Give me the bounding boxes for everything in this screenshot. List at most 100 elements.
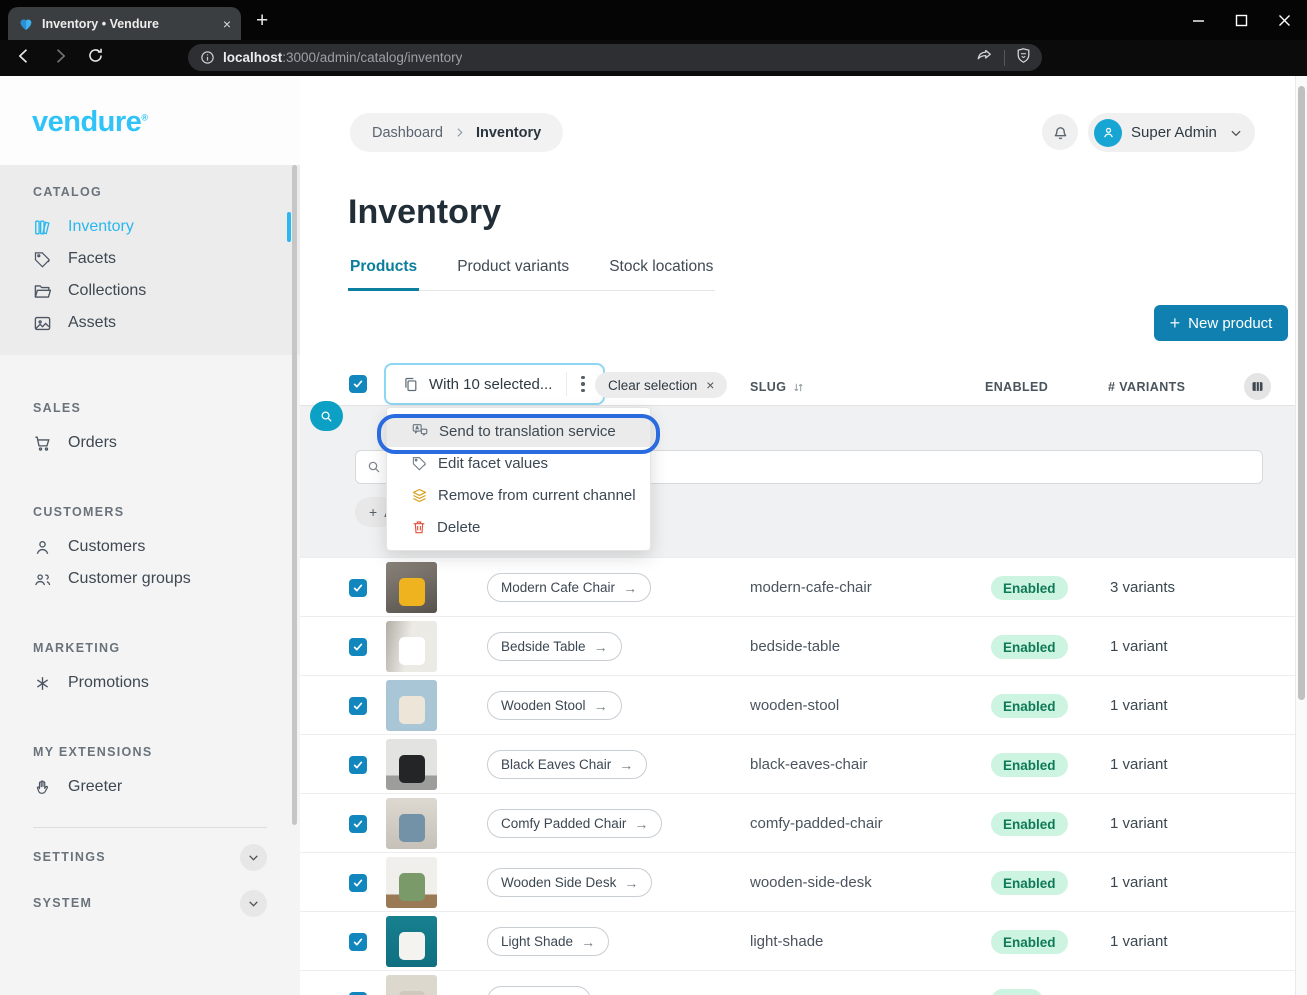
product-name-link[interactable]: Bedside Table→ (487, 632, 622, 661)
tab-product-variants[interactable]: Product variants (455, 258, 571, 290)
kebab-menu-icon[interactable] (566, 372, 593, 397)
window-maximize-button[interactable] (1235, 14, 1248, 27)
new-product-button[interactable]: + New product (1154, 305, 1288, 341)
breadcrumb-inventory: Inventory (476, 125, 541, 141)
url-bar[interactable]: localhost:3000/admin/catalog/inventory (188, 44, 1042, 71)
back-button[interactable] (14, 46, 34, 71)
row-checkbox[interactable] (349, 933, 367, 951)
vendure-logo: vendure® (32, 106, 147, 138)
product-name-link[interactable]: Modern Cafe Chair→ (487, 573, 651, 602)
sidebar-item-orders[interactable]: Orders (0, 427, 300, 459)
variant-count: 1 variant (1110, 933, 1168, 950)
logo-block: vendure® (0, 76, 300, 165)
new-tab-button[interactable]: + (256, 10, 268, 31)
row-checkbox[interactable] (349, 756, 367, 774)
product-thumbnail (386, 916, 437, 967)
column-settings-button[interactable] (1244, 373, 1271, 400)
search-toggle-button[interactable] (310, 401, 343, 431)
tag-icon (33, 250, 52, 269)
sidebar-item-promotions[interactable]: Promotions (0, 667, 300, 699)
sidebar-item-label: Orders (68, 434, 117, 452)
product-slug: bedside-table (750, 638, 840, 655)
row-checkbox[interactable] (349, 815, 367, 833)
tab-bar: Products Product variants Stock location… (348, 258, 715, 291)
column-header-slug[interactable]: SLUG (750, 380, 805, 394)
variant-count: 1 variant (1110, 874, 1168, 891)
product-name-link[interactable]: Wooden Side Desk→ (487, 868, 652, 897)
window-close-button[interactable] (1278, 14, 1291, 27)
browser-tab[interactable]: Inventory • Vendure × (8, 7, 241, 40)
window-minimize-button[interactable] (1192, 14, 1205, 27)
product-slug: wooden-stool (750, 697, 839, 714)
column-header-enabled: ENABLED (985, 380, 1048, 394)
product-name-link[interactable] (487, 986, 591, 995)
user-name: Super Admin (1131, 124, 1220, 141)
product-slug: wooden-side-desk (750, 874, 872, 891)
tab-close-icon[interactable]: × (223, 16, 231, 32)
site-info-icon[interactable] (200, 50, 215, 65)
sidebar-section-catalog: CATALOG Inventory Facets Collections Ass… (0, 165, 300, 355)
notifications-button[interactable] (1042, 114, 1078, 150)
chevron-down-icon[interactable] (240, 844, 267, 871)
product-table: Modern Cafe Chair→ modern-cafe-chair Ena… (300, 557, 1295, 995)
sidebar-scrollbar[interactable] (292, 165, 297, 825)
sidebar-item-collections[interactable]: Collections (0, 275, 300, 307)
person-icon (33, 538, 52, 557)
variant-count: 1 variant (1110, 638, 1168, 655)
sidebar-section-system[interactable]: SYSTEM (0, 880, 300, 926)
row-checkbox[interactable] (349, 579, 367, 597)
menu-item-delete[interactable]: Delete (387, 511, 650, 543)
tab-stock-locations[interactable]: Stock locations (607, 258, 715, 290)
product-name-link[interactable]: Wooden Stool→ (487, 691, 622, 720)
sidebar-item-facets[interactable]: Facets (0, 243, 300, 275)
page-scrollbar-thumb[interactable] (1298, 86, 1305, 700)
sidebar-section-settings[interactable]: SETTINGS (0, 834, 300, 880)
menu-item-remove-from-channel[interactable]: Remove from current channel (387, 479, 650, 511)
row-checkbox[interactable] (349, 638, 367, 656)
row-checkbox[interactable] (349, 874, 367, 892)
status-badge: Enabled (991, 576, 1068, 600)
product-name-link[interactable]: Black Eaves Chair→ (487, 750, 647, 779)
brave-shield-icon[interactable] (1015, 47, 1032, 69)
sidebar: vendure® CATALOG Inventory Facets Collec… (0, 76, 300, 995)
arrow-right-icon: → (624, 875, 638, 891)
sidebar-item-label: Inventory (68, 218, 134, 236)
sidebar-divider (33, 827, 267, 828)
plus-icon: + (369, 504, 377, 520)
product-name-link[interactable]: Light Shade→ (487, 927, 609, 956)
forward-button[interactable] (50, 46, 70, 71)
sidebar-item-inventory[interactable]: Inventory (0, 211, 300, 243)
menu-item-edit-facet-values[interactable]: Edit facet values (387, 447, 650, 479)
search-icon (319, 409, 334, 424)
product-thumbnail (386, 975, 437, 995)
status-badge: Enabled (991, 753, 1068, 777)
browser-window: Inventory • Vendure × + localhost:3000/a… (0, 0, 1307, 995)
menu-item-send-to-translation[interactable]: Send to translation service (387, 415, 650, 447)
sidebar-item-label: Assets (68, 314, 116, 332)
product-thumbnail (386, 621, 437, 672)
chevron-down-icon[interactable] (240, 890, 267, 917)
row-checkbox[interactable] (349, 697, 367, 715)
promotion-icon (33, 674, 52, 693)
bulk-actions-label: With 10 selected... (429, 376, 552, 393)
reload-button[interactable] (86, 46, 105, 70)
bulk-actions-button[interactable]: With 10 selected... (384, 363, 605, 405)
vendure-favicon-icon (18, 16, 34, 32)
chevron-down-icon (1229, 126, 1243, 140)
table-row (300, 970, 1295, 995)
page-scrollbar[interactable] (1295, 76, 1307, 995)
share-icon[interactable] (976, 46, 994, 69)
clear-selection-button[interactable]: Clear selection × (595, 372, 727, 398)
product-name-link[interactable]: Comfy Padded Chair→ (487, 809, 662, 838)
breadcrumb-dashboard[interactable]: Dashboard (372, 125, 443, 141)
product-thumbnail (386, 798, 437, 849)
tab-products[interactable]: Products (348, 258, 419, 291)
sidebar-item-customers[interactable]: Customers (0, 531, 300, 563)
sidebar-item-customer-groups[interactable]: Customer groups (0, 563, 300, 595)
sidebar-item-greeter[interactable]: Greeter (0, 771, 300, 803)
arrow-right-icon: → (619, 757, 633, 773)
search-icon (366, 459, 382, 475)
sidebar-item-assets[interactable]: Assets (0, 307, 300, 339)
user-menu[interactable]: Super Admin (1088, 113, 1255, 152)
select-all-checkbox[interactable] (349, 375, 367, 393)
